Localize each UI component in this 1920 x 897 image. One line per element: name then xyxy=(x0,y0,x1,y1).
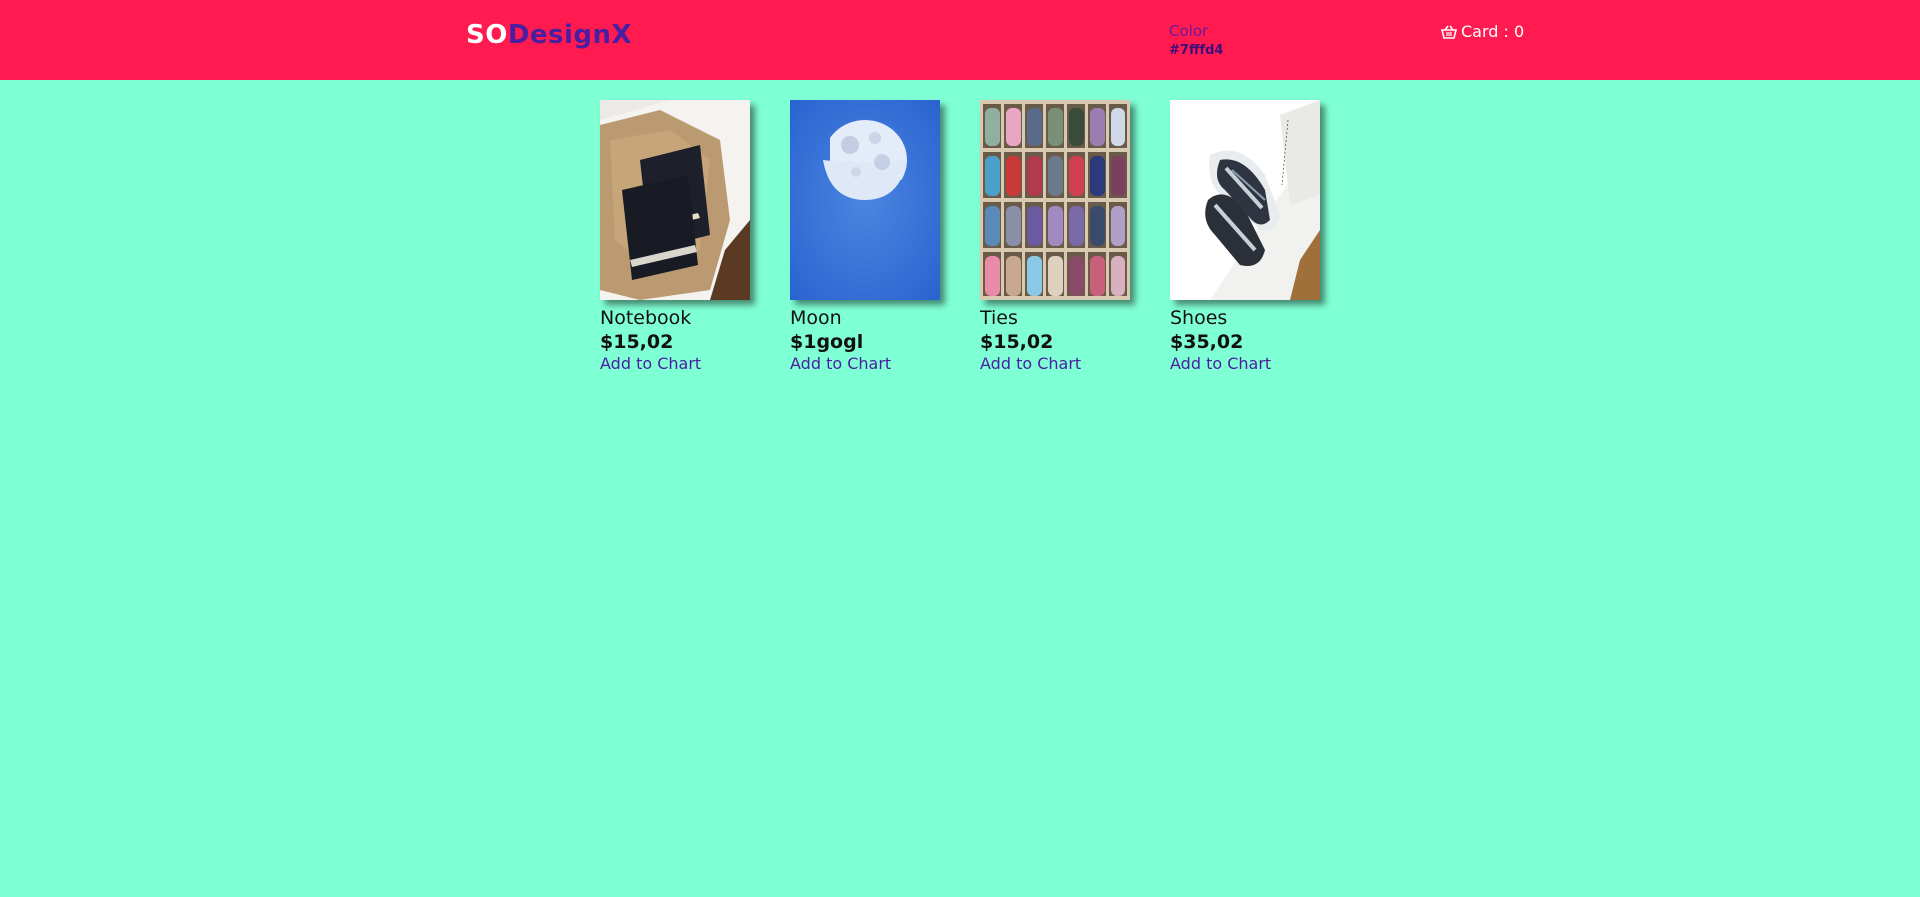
ties-image[interactable] xyxy=(980,100,1130,300)
site-header: SODesignX Color #7fffd4 Card : 0 xyxy=(0,0,1920,80)
add-to-cart-link[interactable]: Add to Chart xyxy=(980,354,1130,374)
product-name: Moon xyxy=(790,307,842,329)
product-card: Ties $15,02 Add to Chart xyxy=(980,100,1130,374)
product-card: Moon $1gogl Add to Chart xyxy=(790,100,940,374)
add-to-cart-link[interactable]: Add to Chart xyxy=(1170,354,1320,374)
site-logo[interactable]: SODesignX xyxy=(466,20,632,50)
basket-icon xyxy=(1440,22,1461,41)
product-price: $35,02 xyxy=(1170,331,1244,353)
product-card: Notebook $15,02 Add to Chart xyxy=(600,100,750,374)
color-picker[interactable]: Color #7fffd4 xyxy=(1169,22,1223,60)
product-price: $15,02 xyxy=(980,331,1054,353)
color-value: #7fffd4 xyxy=(1169,43,1224,58)
cart-label: Card : 0 xyxy=(1461,22,1525,41)
logo-prefix: SO xyxy=(466,20,508,50)
product-name: Ties xyxy=(980,307,1018,329)
add-to-cart-link[interactable]: Add to Chart xyxy=(600,354,750,374)
product-price: $1gogl xyxy=(790,331,864,353)
moon-image[interactable] xyxy=(790,100,940,300)
notebook-image[interactable] xyxy=(600,100,750,300)
product-price: $15,02 xyxy=(600,331,674,353)
product-name: Shoes xyxy=(1170,307,1228,329)
cart-button[interactable]: Card : 0 xyxy=(1440,22,1525,41)
shoes-image[interactable] xyxy=(1170,100,1320,300)
product-name: Notebook xyxy=(600,307,692,329)
add-to-cart-link[interactable]: Add to Chart xyxy=(790,354,940,374)
color-label: Color xyxy=(1169,22,1209,40)
logo-suffix: DesignX xyxy=(507,20,633,50)
product-card: Shoes $35,02 Add to Chart xyxy=(1170,100,1320,374)
